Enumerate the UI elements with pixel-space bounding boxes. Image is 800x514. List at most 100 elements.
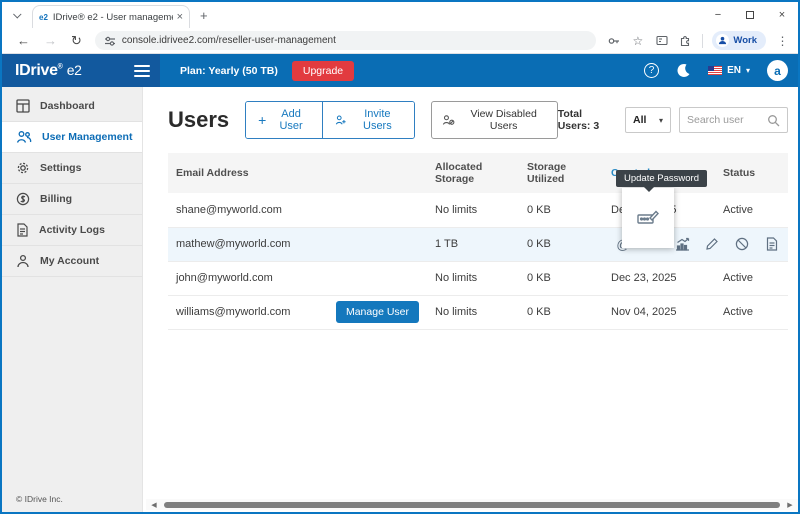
language-selector[interactable]: EN ▾ bbox=[708, 65, 750, 76]
plan-label: Plan: Yearly (50 TB) bbox=[180, 65, 278, 77]
edit-icon[interactable] bbox=[704, 236, 720, 252]
help-icon[interactable]: ? bbox=[644, 63, 659, 78]
person-plus-icon bbox=[335, 114, 347, 126]
scroll-left-icon[interactable]: ◀ bbox=[146, 501, 162, 509]
status-filter-dropdown[interactable]: All ▾ bbox=[625, 107, 671, 133]
scrollbar-thumb[interactable] bbox=[164, 502, 780, 508]
sidebar-item-settings[interactable]: Settings bbox=[2, 153, 142, 184]
search-icon[interactable] bbox=[767, 114, 780, 127]
col-allocated: Allocated Storage bbox=[427, 153, 519, 193]
site-settings-icon[interactable] bbox=[104, 35, 116, 47]
dark-mode-moon-icon[interactable] bbox=[676, 63, 691, 78]
back-button[interactable]: ← bbox=[17, 33, 30, 48]
scroll-right-icon[interactable]: ▶ bbox=[782, 501, 798, 509]
copyright-text: © IDrive Inc. bbox=[16, 494, 63, 504]
activity-logs-icon bbox=[16, 223, 29, 237]
logs-icon[interactable] bbox=[764, 236, 780, 252]
bookmark-star-icon[interactable]: ☆ bbox=[630, 33, 645, 48]
col-status: Status bbox=[715, 153, 788, 193]
table-row[interactable]: john@myworld.com No limits 0 KB Dec 23, … bbox=[168, 261, 788, 295]
search-input[interactable] bbox=[687, 114, 767, 126]
close-button[interactable]: × bbox=[766, 2, 798, 28]
cell-allocated: No limits bbox=[427, 261, 519, 295]
user-actions-group: +Add User Invite Users bbox=[245, 101, 415, 139]
app-header: IDrive® e2 Plan: Yearly (50 TB) Upgrade … bbox=[2, 54, 798, 87]
idrive-e2-logo: IDrive® e2 bbox=[15, 62, 134, 80]
total-users-label: Total Users: 3 bbox=[558, 108, 615, 132]
billing-dollar-icon bbox=[16, 192, 30, 206]
new-tab-button[interactable]: + bbox=[200, 8, 208, 23]
reload-button[interactable]: ↻ bbox=[71, 33, 82, 49]
tab-close-icon[interactable]: × bbox=[177, 11, 183, 23]
table-row[interactable]: williams@myworld.com Manage User No limi… bbox=[168, 295, 788, 329]
cell-email: mathew@myworld.com bbox=[168, 227, 427, 261]
disable-icon[interactable] bbox=[734, 236, 750, 252]
col-email: Email Address bbox=[168, 153, 427, 193]
hamburger-menu-icon[interactable] bbox=[134, 62, 150, 80]
profile-chip[interactable]: Work bbox=[712, 31, 766, 50]
person-off-icon bbox=[442, 114, 454, 126]
cell-status: Active bbox=[715, 193, 788, 227]
cell-utilized: 0 KB bbox=[519, 227, 603, 261]
cell-email: williams@myworld.com Manage User bbox=[168, 295, 427, 329]
profile-label: Work bbox=[733, 35, 757, 46]
user-avatar[interactable]: a bbox=[767, 60, 788, 81]
sidebar: Dashboard User Management Settings Billi… bbox=[2, 87, 143, 514]
minimize-button[interactable]: − bbox=[702, 2, 734, 28]
e2-favicon-icon: e2 bbox=[39, 13, 48, 22]
password-manager-icon[interactable] bbox=[606, 33, 621, 48]
page-header-row: Users +Add User Invite Users View Disabl… bbox=[168, 101, 788, 139]
extensions-puzzle-icon[interactable] bbox=[678, 33, 693, 48]
filter-value: All bbox=[633, 114, 646, 126]
sidebar-item-dashboard[interactable]: Dashboard bbox=[2, 91, 142, 122]
window-controls: − × bbox=[702, 2, 798, 28]
usage-stats-icon[interactable] bbox=[675, 236, 691, 252]
sidebar-item-activity-logs[interactable]: Activity Logs bbox=[2, 215, 142, 246]
chevron-down-icon bbox=[13, 10, 21, 18]
manage-user-button[interactable]: Manage User bbox=[336, 301, 419, 323]
tab-search-button[interactable] bbox=[8, 5, 28, 25]
cell-allocated: 1 TB bbox=[427, 227, 519, 261]
person-icon bbox=[16, 254, 30, 268]
add-user-button[interactable]: +Add User bbox=[246, 102, 322, 138]
table-row[interactable]: shane@myworld.com No limits 0 KB Dec 23,… bbox=[168, 193, 788, 227]
cell-status: Active bbox=[715, 295, 788, 329]
us-flag-icon bbox=[708, 66, 722, 75]
browser-toolbar: ← → ↻ console.idrivee2.com/reseller-user… bbox=[2, 28, 798, 54]
maximize-button[interactable] bbox=[734, 2, 766, 28]
main-content: Users +Add User Invite Users View Disabl… bbox=[143, 87, 798, 514]
sidebar-item-billing[interactable]: Billing bbox=[2, 184, 142, 215]
update-password-icon bbox=[637, 209, 659, 227]
upgrade-button[interactable]: Upgrade bbox=[292, 61, 354, 81]
language-code: EN bbox=[727, 65, 741, 76]
cell-allocated: No limits bbox=[427, 295, 519, 329]
cell-email: john@myworld.com bbox=[168, 261, 427, 295]
sidebar-item-user-management[interactable]: User Management bbox=[2, 122, 142, 153]
cell-utilized: 0 KB bbox=[519, 261, 603, 295]
list-controls: Total Users: 3 All ▾ bbox=[558, 107, 788, 133]
cell-utilized: 0 KB bbox=[519, 295, 603, 329]
plus-icon: + bbox=[258, 112, 266, 128]
toolbar-divider bbox=[702, 34, 703, 48]
caret-down-icon: ▾ bbox=[746, 66, 750, 75]
browser-tab[interactable]: e2 IDrive® e2 - User management × bbox=[32, 5, 190, 28]
gear-icon bbox=[16, 161, 30, 175]
forward-button: → bbox=[44, 33, 57, 48]
view-disabled-users-button[interactable]: View Disabled Users bbox=[431, 101, 558, 139]
col-utilized: Storage Utilized bbox=[519, 153, 603, 193]
caret-down-icon: ▾ bbox=[659, 116, 663, 125]
invite-users-button[interactable]: Invite Users bbox=[322, 102, 414, 138]
cell-allocated: No limits bbox=[427, 193, 519, 227]
address-bar[interactable]: console.idrivee2.com/reseller-user-manag… bbox=[95, 31, 597, 50]
sidebar-item-my-account[interactable]: My Account bbox=[2, 246, 142, 277]
browser-menu-icon[interactable]: ⋮ bbox=[775, 33, 790, 48]
cast-icon[interactable] bbox=[654, 33, 669, 48]
cell-status: Active bbox=[715, 261, 788, 295]
browser-window: e2 IDrive® e2 - User management × + − × … bbox=[0, 0, 800, 514]
update-password-popup[interactable] bbox=[622, 188, 674, 248]
cell-created: Dec 23, 2025 bbox=[603, 261, 715, 295]
toolbar-icons: ☆ Work ⋮ bbox=[606, 31, 790, 50]
horizontal-scrollbar[interactable]: ◀ ▶ bbox=[146, 499, 798, 510]
table-row-hovered[interactable]: mathew@myworld.com 1 TB 0 KB @ bbox=[168, 227, 788, 261]
url-text[interactable]: console.idrivee2.com/reseller-user-manag… bbox=[122, 35, 336, 46]
